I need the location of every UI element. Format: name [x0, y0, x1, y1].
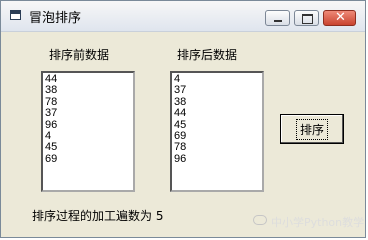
close-icon: ✕ — [335, 10, 346, 25]
before-data-label: 排序前数据 — [49, 48, 110, 62]
before-data-list[interactable]: 44 38 78 37 96 4 45 69 — [41, 71, 135, 192]
list-item[interactable]: 38 — [174, 96, 262, 108]
pass-count-status: 排序过程的加工遍数为 5 — [32, 209, 164, 223]
app-window: 冒泡排序 ✕ 排序前数据 排序后数据 44 38 78 37 96 4 45 6… — [0, 0, 366, 238]
app-icon[interactable] — [10, 10, 21, 20]
sort-button[interactable]: 排序 — [280, 114, 344, 144]
maximize-button[interactable] — [294, 10, 319, 26]
sort-button-label: 排序 — [295, 118, 329, 140]
minimize-icon — [274, 20, 282, 22]
list-item[interactable]: 4 — [174, 73, 262, 85]
list-item[interactable]: 45 — [45, 142, 133, 154]
list-item[interactable]: 4 — [45, 130, 133, 142]
list-item[interactable]: 96 — [45, 119, 133, 131]
watermark-text: 中小学Python教学 — [271, 216, 365, 229]
list-item[interactable]: 37 — [45, 107, 133, 119]
list-item[interactable]: 78 — [45, 96, 133, 108]
close-button[interactable]: ✕ — [323, 10, 356, 26]
list-item[interactable]: 45 — [174, 119, 262, 131]
list-item[interactable]: 78 — [174, 142, 262, 154]
list-item[interactable]: 37 — [174, 84, 262, 96]
after-data-list[interactable]: 4 37 38 44 45 69 78 96 — [170, 71, 264, 192]
minimize-button[interactable] — [265, 10, 290, 26]
list-item[interactable]: 96 — [174, 153, 262, 165]
list-item[interactable]: 44 — [174, 107, 262, 119]
list-item[interactable]: 69 — [174, 130, 262, 142]
list-item[interactable]: 44 — [45, 73, 133, 85]
window-title: 冒泡排序 — [29, 11, 82, 26]
list-item[interactable]: 69 — [45, 153, 133, 165]
title-bar[interactable]: 冒泡排序 ✕ — [1, 1, 365, 32]
list-item[interactable]: 38 — [45, 84, 133, 96]
maximize-icon — [302, 14, 313, 24]
after-data-label: 排序后数据 — [177, 48, 238, 62]
wechat-icon — [253, 215, 267, 225]
